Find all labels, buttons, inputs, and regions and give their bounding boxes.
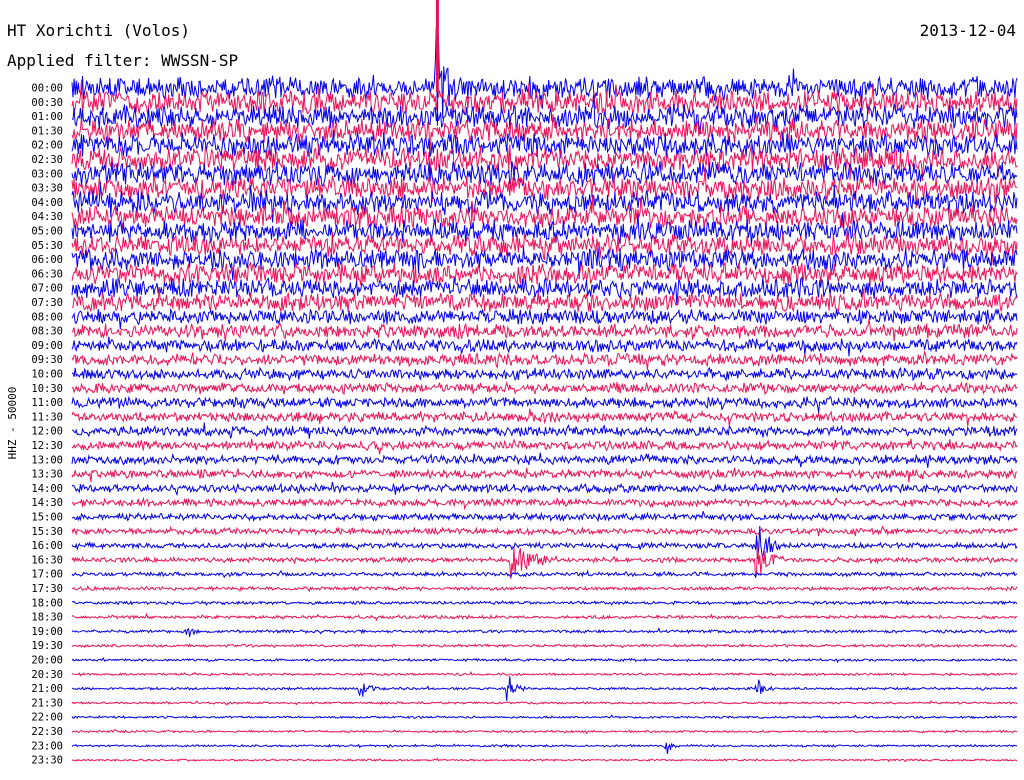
seismic-trace-row (71, 627, 1018, 638)
row-time-label: 22:30 (31, 726, 63, 738)
seismic-trace-row (71, 511, 1018, 523)
row-time-label: 23:30 (31, 755, 63, 767)
row-time-label: 00:30 (31, 97, 63, 109)
filter-label: Applied filter: WWSSN-SP (7, 51, 238, 70)
seismic-trace-row (71, 612, 1018, 622)
row-time-label: 04:00 (31, 197, 63, 209)
row-time-label: 11:30 (31, 411, 63, 423)
row-time-label: 14:00 (31, 483, 63, 495)
row-time-label: 01:30 (31, 125, 63, 137)
row-time-label: 21:30 (31, 697, 63, 709)
row-time-label: 22:00 (31, 712, 63, 724)
row-time-label: 02:30 (31, 154, 63, 166)
row-time-label: 10:30 (31, 383, 63, 395)
row-time-label: 05:00 (31, 226, 63, 238)
row-time-label: 14:30 (31, 497, 63, 509)
row-time-label: 18:00 (31, 597, 63, 609)
row-time-label: 03:00 (31, 168, 63, 180)
seismic-trace-row (71, 657, 1018, 664)
row-time-label: 13:00 (31, 454, 63, 466)
seismic-trace-row (71, 395, 1018, 413)
seismic-trace-row (71, 467, 1018, 483)
y-axis-label: HHZ - 50000 (6, 387, 19, 460)
seismic-trace-row (71, 728, 1018, 735)
row-time-label: 00:00 (31, 83, 63, 95)
row-time-label: 15:30 (31, 526, 63, 538)
seismic-trace-row (71, 438, 1018, 455)
row-time-label: 20:30 (31, 669, 63, 681)
row-time-label: 09:30 (31, 354, 63, 366)
seismic-trace-row (71, 714, 1018, 720)
row-time-label: 17:00 (31, 569, 63, 581)
seismic-trace-row (71, 757, 1018, 763)
row-time-label: 19:30 (31, 640, 63, 652)
seismic-trace-row (71, 336, 1018, 357)
seismic-trace-row (71, 196, 1018, 230)
row-time-label: 04:30 (31, 211, 63, 223)
seismic-trace-row (71, 742, 1018, 754)
row-time-label: 18:30 (31, 612, 63, 624)
row-time-label: 15:00 (31, 512, 63, 524)
helicorder-plot: HT Xorichti (Volos) 2013-12-04 Applied f… (6, 0, 1018, 767)
row-time-label: 01:00 (31, 111, 63, 123)
seismic-trace-row (71, 287, 1018, 313)
seismic-trace-row (71, 481, 1018, 497)
seismic-trace-row (71, 307, 1018, 330)
row-time-label: 12:30 (31, 440, 63, 452)
seismic-trace-row (71, 318, 1018, 342)
row-time-label: 08:30 (31, 326, 63, 338)
seismic-trace-row (71, 366, 1018, 382)
trace-rows: 00:00 00:30 01:00 01:30 02:00 02:30 03:00 03:30… (31, 0, 1018, 767)
seismic-trace-row (71, 599, 1018, 607)
row-time-label: 11:00 (31, 397, 63, 409)
seismic-trace-row (71, 676, 1018, 701)
row-time-label: 08:00 (31, 311, 63, 323)
row-time-label: 16:30 (31, 554, 63, 566)
seismic-trace-row (71, 584, 1018, 593)
seismic-trace-row (71, 525, 1018, 537)
row-time-label: 20:00 (31, 655, 63, 667)
row-time-label: 21:00 (31, 683, 63, 695)
row-time-label: 02:00 (31, 140, 63, 152)
row-time-label: 23:00 (31, 740, 63, 752)
seismic-trace-row (71, 496, 1018, 511)
row-time-label: 06:00 (31, 254, 63, 266)
row-time-label: 03:30 (31, 183, 63, 195)
row-time-label: 07:00 (31, 283, 63, 295)
row-time-label: 06:30 (31, 268, 63, 280)
row-time-label: 05:30 (31, 240, 63, 252)
row-time-label: 12:00 (31, 426, 63, 438)
date-label: 2013-12-04 (920, 21, 1016, 40)
row-time-label: 16:00 (31, 540, 63, 552)
seismic-trace-row (71, 700, 1018, 706)
row-time-label: 10:00 (31, 369, 63, 381)
row-time-label: 09:00 (31, 340, 63, 352)
seismic-trace-row (71, 380, 1018, 396)
seismic-trace-row (71, 422, 1018, 439)
station-title: HT Xorichti (Volos) (7, 21, 190, 40)
seismic-trace-row (71, 642, 1018, 649)
seismic-trace-row (71, 569, 1018, 579)
row-time-label: 17:30 (31, 583, 63, 595)
seismic-trace-row (71, 452, 1018, 468)
seismic-trace-row (71, 349, 1018, 371)
row-time-label: 19:00 (31, 626, 63, 638)
seismic-trace-row (71, 408, 1018, 427)
seismic-trace-row (71, 670, 1018, 677)
row-time-label: 07:30 (31, 297, 63, 309)
row-time-label: 13:30 (31, 469, 63, 481)
